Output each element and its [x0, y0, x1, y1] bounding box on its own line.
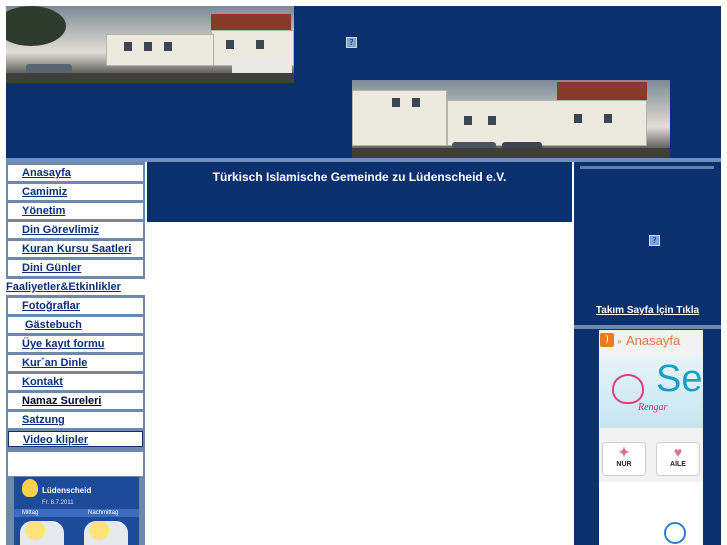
banner-text: Se	[656, 358, 703, 400]
heart-icon: ♥	[673, 444, 683, 460]
weather-label-nachmittag: Nachmittag	[88, 510, 119, 516]
right-image-box: ?	[580, 166, 714, 326]
rss-title-link[interactable]: Anasayfa	[626, 333, 680, 348]
main-header: Türkisch Islamische Gemeinde zu Lüdensch…	[147, 162, 572, 222]
weather-city: Lüdenscheid	[42, 486, 92, 495]
nav-item-gastebuch[interactable]: Gästebuch	[8, 317, 143, 333]
sun-cloud-icon	[84, 521, 128, 545]
nav-item-din-gorevlimiz[interactable]: Din Görevlimiz	[8, 222, 143, 238]
nav-spacer	[8, 452, 143, 476]
nav-item-fotograflar[interactable]: Fotoğraflar	[8, 298, 143, 314]
mosque-photo-right	[352, 80, 670, 158]
nav-item-kuran-dinle[interactable]: Kur´an Dinle	[8, 355, 143, 371]
right-sidebar: ? Takım Sayfa İçin Tıkla ) » Anasayfa Se…	[574, 162, 721, 545]
team-page-link[interactable]: Takım Sayfa İçin Tıkla	[574, 305, 721, 316]
heart-logo-icon	[612, 374, 644, 404]
nav-item-satzung[interactable]: Satzung	[8, 412, 143, 428]
nav-item-camimiz[interactable]: Camimiz	[8, 184, 143, 200]
tile-label-nur: NUR	[616, 461, 632, 468]
tile-label-aile: AİLE	[670, 461, 686, 468]
nav-item-kontakt[interactable]: Kontakt	[8, 374, 143, 390]
rss-arrow: »	[617, 337, 622, 346]
nav-item-dini-gunler[interactable]: Dini Günler	[8, 260, 143, 276]
rss-widget: ) » Anasayfa Se Rengar ✦ NUR ♥ AİLE	[599, 330, 703, 545]
weather-label-mittag: Mittag	[22, 510, 39, 516]
rss-icon[interactable]: )	[600, 333, 614, 347]
weather-date: Fr. 8.7.2011	[42, 500, 74, 506]
site-header: ?	[6, 6, 721, 158]
page: ? Anasayfa Camimiz Yönetim Din Görevlimi…	[0, 0, 727, 545]
nav-item-uye-kayit[interactable]: Üye kayıt formu	[8, 336, 143, 352]
weather-widget[interactable]: Lüdenscheid Fr. 8.7.2011 Mittag Nachmitt…	[14, 477, 139, 545]
banner-script-text: Rengar	[638, 402, 668, 413]
nav-item-kuran-kursu[interactable]: Kuran Kursu Saatleri	[8, 241, 143, 257]
right-divider	[574, 325, 721, 329]
nav-item-yonetim[interactable]: Yönetim	[8, 203, 143, 219]
nav-item-faaliyetler[interactable]: Faaliyetler&Etkinlikler	[6, 279, 145, 295]
banner-image[interactable]: Se Rengar	[600, 356, 703, 428]
broken-image-icon: ?	[649, 235, 660, 246]
broken-image-icon: ?	[346, 37, 357, 48]
nav-item-anasayfa[interactable]: Anasayfa	[8, 165, 143, 181]
aile-tile[interactable]: ♥ AİLE	[656, 442, 700, 476]
butterfly-icon: ✦	[618, 444, 630, 460]
circle-logo-icon	[664, 522, 686, 544]
page-title: Türkisch Islamische Gemeinde zu Lüdensch…	[212, 170, 507, 184]
nav-item-namaz-sureleri[interactable]: Namaz Sureleri	[8, 393, 143, 409]
main-content	[147, 222, 572, 545]
weather-logo-icon	[22, 479, 38, 497]
mosque-photo-left	[6, 6, 294, 83]
sun-cloud-icon	[20, 521, 64, 545]
nav-item-video-klipler[interactable]: Video klipler	[8, 431, 143, 447]
widget-lower-area	[599, 482, 703, 545]
nur-tile[interactable]: ✦ NUR	[602, 442, 646, 476]
